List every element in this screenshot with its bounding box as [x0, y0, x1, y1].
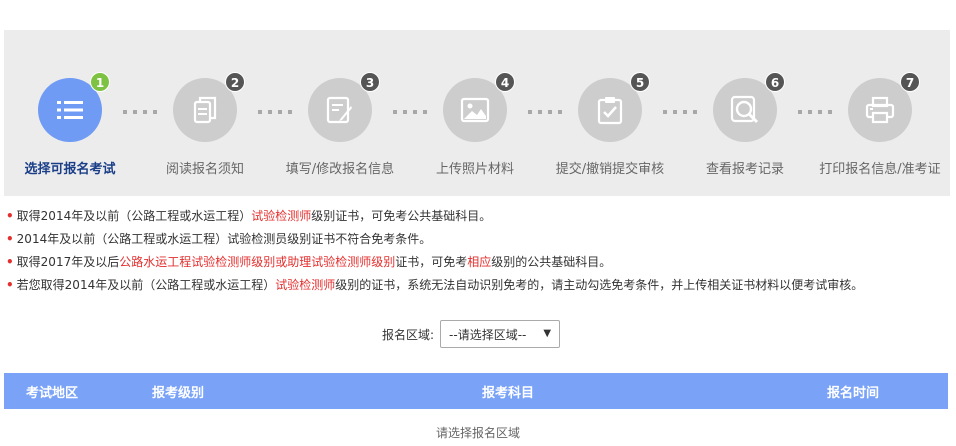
column-header-level: 报考级别 [152, 386, 205, 401]
note-text: 2014年及以前（公路工程或水运工程）试验检测员级别证书不符合免考条件。 [16, 232, 432, 246]
column-header-time: 报名时间 [827, 386, 880, 401]
bullet-icon: • [6, 209, 14, 223]
note-text: 级别的公共基础科目。 [491, 255, 612, 269]
note-item: • 若您取得2014年及以前（公路工程或水运工程）试验检测师级别的证书，系统无法自… [6, 274, 863, 297]
table-empty-message: 请选择报名区域 [435, 426, 520, 440]
bullet-icon: • [6, 278, 14, 292]
printer-icon [865, 96, 895, 124]
note-text: 取得2014年及以前（公路工程或水运工程） [16, 209, 252, 223]
document-copy-icon [193, 96, 217, 124]
step-label: 打印报名信息/准考证 [819, 162, 941, 177]
step-connector [393, 110, 427, 114]
bullet-icon: • [6, 232, 14, 246]
note-text: 若您取得2014年及以前（公路工程或水运工程） [16, 278, 276, 292]
step-connector [258, 110, 292, 114]
note-text: 级别的证书，系统无法自动识别免考的，请主动勾选免考条件，并上传相关证书材料以便考… [335, 278, 864, 292]
note-item: • 2014年及以前（公路工程或水运工程）试验检测员级别证书不符合免考条件。 [6, 228, 863, 251]
exam-table-header: 考试地区 报考级别 报考科目 报名时间 [4, 373, 948, 409]
region-select-value: --请选择区域-- [449, 327, 527, 342]
note-item: • 取得2014年及以前（公路工程或水运工程）试验检测师级别证书，可免考公共基础科… [6, 205, 863, 228]
search-record-icon [730, 95, 759, 124]
step-connector [123, 110, 157, 114]
note-highlight: 相应 [467, 255, 492, 269]
note-highlight: 试验检测师 [251, 209, 312, 223]
dropdown-arrow-icon: ▼ [543, 328, 552, 339]
column-header-subject: 报考科目 [482, 386, 535, 401]
step-connector [528, 110, 562, 114]
clipboard-check-icon [597, 97, 623, 125]
note-text: 取得2017年及以后 [16, 255, 120, 269]
step-number-badge: 7 [900, 72, 920, 92]
note-highlight: 公路水运工程试验检测师级别或助理试验检测师级别 [119, 255, 396, 269]
image-icon [460, 97, 490, 123]
bullet-icon: • [6, 255, 14, 269]
step-connector [798, 110, 832, 114]
step-progress-panel: 1 选择可报名考试 2 阅读报名须知 3 填写/修改报名信息 4 上传照片材料 … [4, 30, 950, 196]
region-filter: 报名区域: --请选择区域-- ▼ [382, 320, 561, 348]
list-icon [57, 101, 83, 119]
step-number-badge: 1 [90, 72, 110, 92]
region-label: 报名区域: [382, 327, 435, 342]
step-number-badge: 3 [360, 72, 380, 92]
note-text: 证书，可免考 [395, 255, 468, 269]
step-number-badge: 4 [495, 72, 515, 92]
step-number-badge: 5 [630, 72, 650, 92]
column-header-region: 考试地区 [26, 386, 79, 401]
note-text: 级别证书，可免考公共基础科目。 [311, 209, 492, 223]
edit-form-icon [326, 96, 352, 124]
step-number-badge: 2 [225, 72, 245, 92]
step-connector [663, 110, 697, 114]
step-number-badge: 6 [765, 72, 785, 92]
region-select[interactable]: --请选择区域-- ▼ [440, 320, 561, 348]
note-highlight: 试验检测师 [275, 278, 336, 292]
exemption-notes: • 取得2014年及以前（公路工程或水运工程）试验检测师级别证书，可免考公共基础科… [6, 205, 863, 297]
note-item: • 取得2017年及以后公路水运工程试验检测师级别或助理试验检测师级别证书，可免考… [6, 251, 863, 274]
